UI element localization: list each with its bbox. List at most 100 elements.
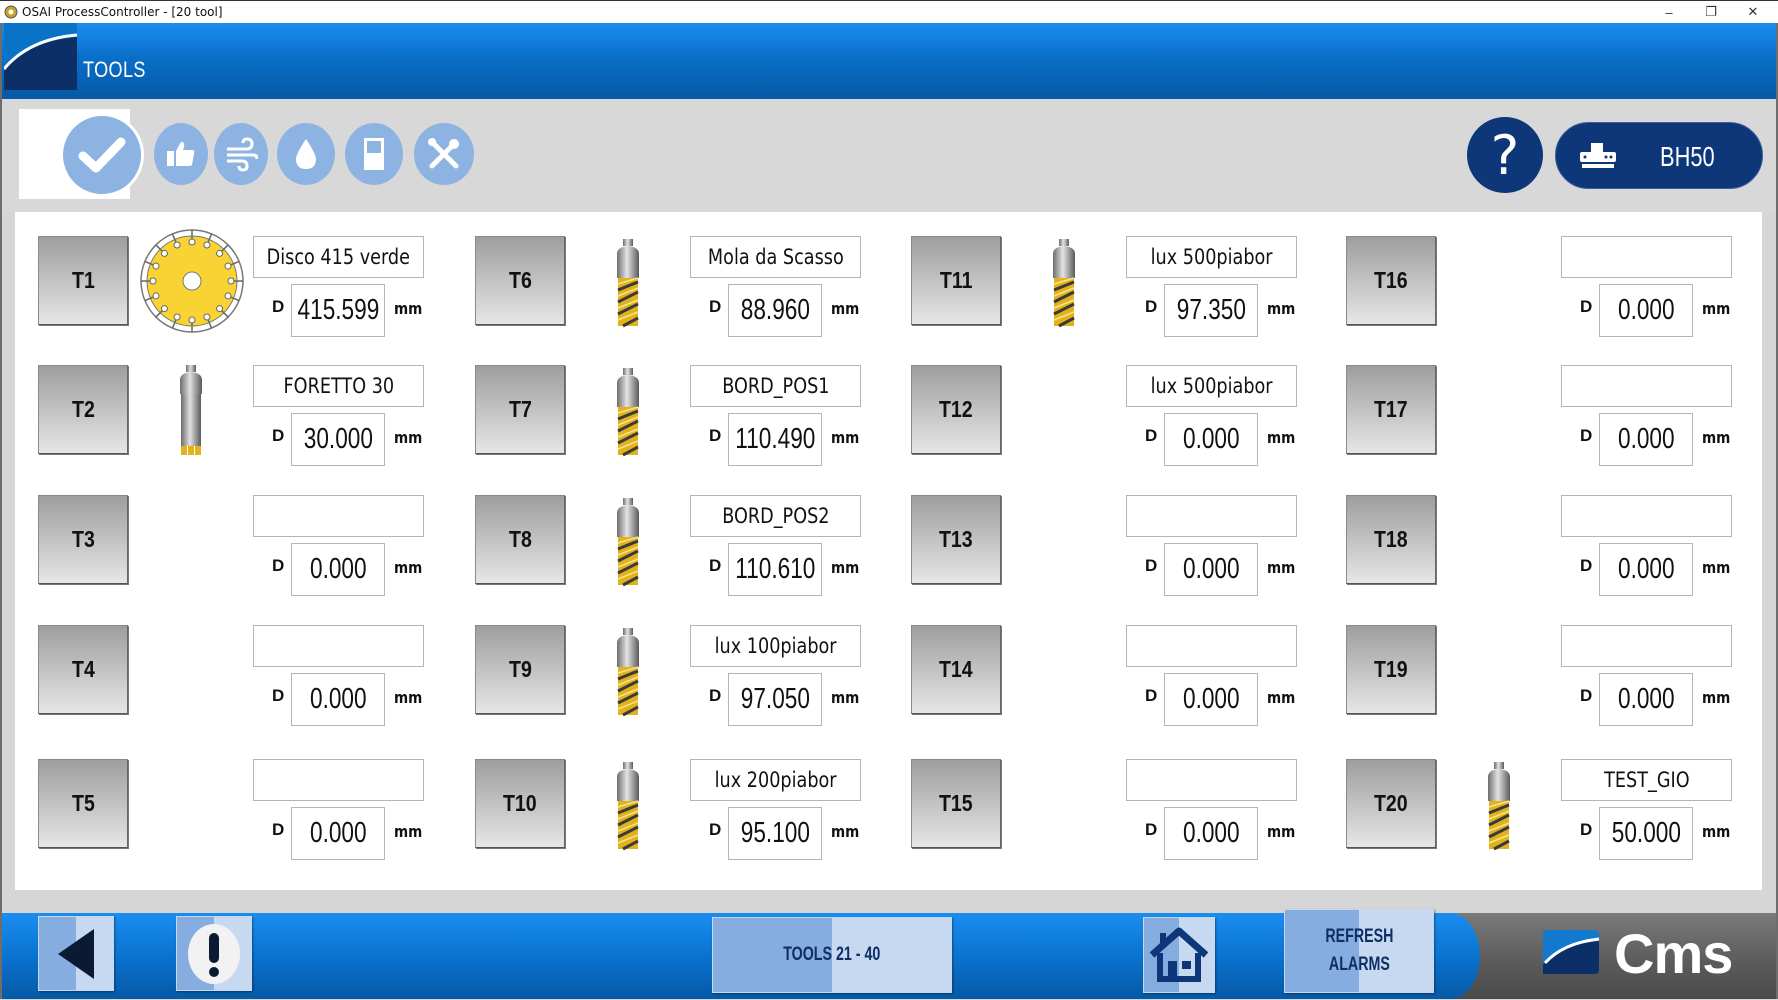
- diameter-value: 0.000: [309, 553, 367, 585]
- home-button[interactable]: [1143, 917, 1215, 993]
- diameter-field[interactable]: 0.000: [1599, 413, 1693, 466]
- tool-button-t12[interactable]: T12: [911, 365, 1001, 454]
- diameter-field[interactable]: 97.350: [1164, 284, 1258, 337]
- diameter-field[interactable]: 0.000: [291, 543, 385, 596]
- diameter-field[interactable]: 0.000: [1599, 673, 1693, 726]
- tool-name-field[interactable]: Mola da Scasso: [690, 236, 861, 278]
- tool-button-t2[interactable]: T2: [38, 365, 128, 454]
- alarms-button[interactable]: [176, 916, 252, 991]
- tools-21-40-button[interactable]: TOOLS 21 - 40: [712, 917, 952, 993]
- tool-button-t10[interactable]: T10: [475, 759, 565, 848]
- tool-name-field[interactable]: [1561, 625, 1732, 667]
- tool-button-t11[interactable]: T11: [911, 236, 1001, 325]
- tool-name-field[interactable]: FORETTO 30: [253, 365, 424, 407]
- tool-name-field[interactable]: lux 200piabor: [690, 759, 861, 801]
- diameter-label: D: [1580, 426, 1593, 445]
- tool-name-field[interactable]: [253, 759, 424, 801]
- back-button[interactable]: [38, 916, 114, 991]
- tool-name-field[interactable]: lux 100piabor: [690, 625, 861, 667]
- tool-name-field[interactable]: lux 500piabor: [1126, 236, 1297, 278]
- machine-selector-button[interactable]: BH50: [1555, 122, 1763, 189]
- diameter-field[interactable]: 97.050: [728, 673, 822, 726]
- tool-name-field[interactable]: Disco 415 verde: [253, 236, 424, 278]
- tool-button-t9[interactable]: T9: [475, 625, 565, 714]
- tool-button-t6[interactable]: T6: [475, 236, 565, 325]
- tool-name-field[interactable]: [253, 625, 424, 667]
- tool-button-t1[interactable]: T1: [38, 236, 128, 325]
- diameter-value: 0.000: [1617, 423, 1675, 455]
- tool-button-t18[interactable]: T18: [1346, 495, 1436, 584]
- coolant-button[interactable]: [277, 123, 335, 185]
- tool-name-field[interactable]: [1126, 495, 1297, 537]
- tool-button-t20[interactable]: T20: [1346, 759, 1436, 848]
- diameter-field[interactable]: 0.000: [1164, 673, 1258, 726]
- page-title: TOOLS: [83, 57, 146, 82]
- diameter-label: D: [1580, 820, 1593, 839]
- diameter-field[interactable]: 50.000: [1599, 807, 1693, 860]
- tool-button-t17[interactable]: T17: [1346, 365, 1436, 454]
- diameter-value: 110.490: [734, 423, 816, 455]
- tool-button-t14[interactable]: T14: [911, 625, 1001, 714]
- tool-button-t16[interactable]: T16: [1346, 236, 1436, 325]
- cms-swoosh-logo-icon: [4, 23, 77, 90]
- unit-label: mm: [1702, 688, 1731, 707]
- tool-button-t3[interactable]: T3: [38, 495, 128, 584]
- diameter-field[interactable]: 0.000: [291, 807, 385, 860]
- diameter-field[interactable]: 110.610: [728, 543, 822, 596]
- tool-name-field[interactable]: [1126, 625, 1297, 667]
- tool-button-t4[interactable]: T4: [38, 625, 128, 714]
- tool-name-field[interactable]: [1561, 495, 1732, 537]
- diameter-field[interactable]: 110.490: [728, 413, 822, 466]
- tool-button-t7[interactable]: T7: [475, 365, 565, 454]
- diameter-field[interactable]: 88.960: [728, 284, 822, 337]
- confirm-button[interactable]: [60, 113, 144, 197]
- diameter-field[interactable]: 30.000: [291, 413, 385, 466]
- router-bit-icon: [613, 238, 643, 333]
- help-button[interactable]: ?: [1467, 117, 1543, 193]
- refresh-alarms-label: REFRESH ALARMS: [1325, 923, 1393, 980]
- tool-name-field[interactable]: [253, 495, 424, 537]
- tool-button-t8[interactable]: T8: [475, 495, 565, 584]
- tool-button-t15[interactable]: T15: [911, 759, 1001, 848]
- machine-head-icon: [1580, 143, 1616, 168]
- tool-name-field[interactable]: BORD_POS2: [690, 495, 861, 537]
- diameter-field[interactable]: 95.100: [728, 807, 822, 860]
- footer-bar: TOOLS 21 - 40 REFRESH ALARMS Cms: [2, 909, 1776, 999]
- diameter-field[interactable]: 0.000: [291, 673, 385, 726]
- tool-name-field[interactable]: [1561, 365, 1732, 407]
- tool-name-field[interactable]: [1126, 759, 1297, 801]
- unit-label: mm: [1267, 558, 1296, 577]
- wind-icon: [227, 137, 258, 172]
- diameter-field[interactable]: 0.000: [1599, 543, 1693, 596]
- window-title-bar: OSAI ProcessController - [20 tool] – ❐ ✕: [0, 0, 1778, 23]
- diameter-label: D: [709, 297, 722, 316]
- maintenance-button[interactable]: [414, 123, 474, 185]
- tool-id-label: T20: [1374, 790, 1408, 816]
- tool-button-t13[interactable]: T13: [911, 495, 1001, 584]
- minimize-button[interactable]: –: [1646, 1, 1692, 23]
- restore-button[interactable]: ❐: [1688, 1, 1734, 23]
- tool-name-field[interactable]: lux 500piabor: [1126, 365, 1297, 407]
- tools-panel: T1 Disco 415 verde D 415.599 mm T2 FORETTO 30 D…: [15, 212, 1762, 890]
- diameter-field[interactable]: 0.000: [1599, 284, 1693, 337]
- door-button[interactable]: [345, 123, 403, 185]
- diameter-label: D: [709, 556, 722, 575]
- close-button[interactable]: ✕: [1730, 1, 1776, 23]
- tool-button-t19[interactable]: T19: [1346, 625, 1436, 714]
- brand-name: Cms: [1614, 922, 1733, 985]
- refresh-alarms-button[interactable]: REFRESH ALARMS: [1284, 909, 1434, 993]
- diameter-field[interactable]: 0.000: [1164, 807, 1258, 860]
- tool-name-field[interactable]: [1561, 236, 1732, 278]
- refresh-alarms-line2: ALARMS: [1328, 954, 1390, 975]
- diameter-value: 0.000: [1617, 553, 1675, 585]
- unit-label: mm: [394, 558, 423, 577]
- tool-name-field[interactable]: TEST_GIO: [1561, 759, 1732, 801]
- cms-brand-logo-icon: [1543, 930, 1599, 974]
- diameter-field[interactable]: 0.000: [1164, 413, 1258, 466]
- tool-name-field[interactable]: BORD_POS1: [690, 365, 861, 407]
- diameter-field[interactable]: 415.599: [291, 284, 385, 337]
- diameter-field[interactable]: 0.000: [1164, 543, 1258, 596]
- tool-button-t5[interactable]: T5: [38, 759, 128, 848]
- air-button[interactable]: [214, 123, 268, 185]
- approve-button[interactable]: [154, 123, 208, 185]
